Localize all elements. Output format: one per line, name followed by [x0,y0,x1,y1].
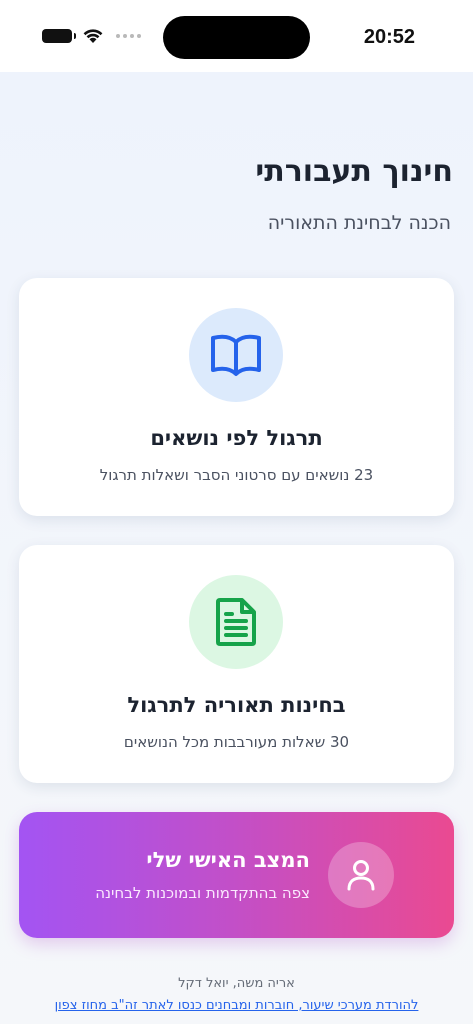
personal-status-subtitle: צפה בהתקדמות ובמוכנות לבחינה [95,884,310,902]
theory-exams-title: בחינות תאוריה לתרגול [127,693,346,717]
open-book-icon [211,334,261,376]
personal-status-title: המצב האישי שלי [146,848,310,872]
theory-exams-subtitle: 30 שאלות מעורבבות מכל הנושאים [123,733,350,751]
topic-practice-subtitle: 23 נושאים עם סרטוני הסבר ושאלות תרגול [99,466,374,484]
document-icon [216,598,256,646]
topic-practice-title: תרגול לפי נושאים [150,426,323,450]
cellular-dots-icon [116,34,141,38]
personal-status-icon-circle [328,842,394,908]
battery-icon [42,29,76,43]
topic-practice-icon-circle [189,308,283,402]
dynamic-island [163,16,310,59]
footer-credits: אריה משה, יואל דקל [178,976,295,991]
wifi-icon [83,29,103,43]
page-title: חינוך תעבורתי [255,154,453,189]
status-time: 20:52 [363,26,415,48]
theory-exams-card[interactable]: בחינות תאוריה לתרגול 30 שאלות מעורבבות מ… [19,545,454,783]
user-icon [347,860,375,891]
footer-download-link[interactable]: להורדת מערכי שיעור, חוברות ומבחנים כנסו … [0,998,473,1013]
status-icons [42,28,141,44]
topic-practice-card[interactable]: תרגול לפי נושאים 23 נושאים עם סרטוני הסב… [19,278,454,516]
page-subtitle: הכנה לבחינת התאוריה [267,212,451,234]
theory-exams-icon-circle [189,575,283,669]
personal-status-banner[interactable]: המצב האישי שלי צפה בהתקדמות ובמוכנות לבח… [19,812,454,938]
home-screen: חינוך תעבורתי הכנה לבחינת התאוריה תרגול … [0,72,473,1024]
status-bar: 20:52 [0,0,473,72]
